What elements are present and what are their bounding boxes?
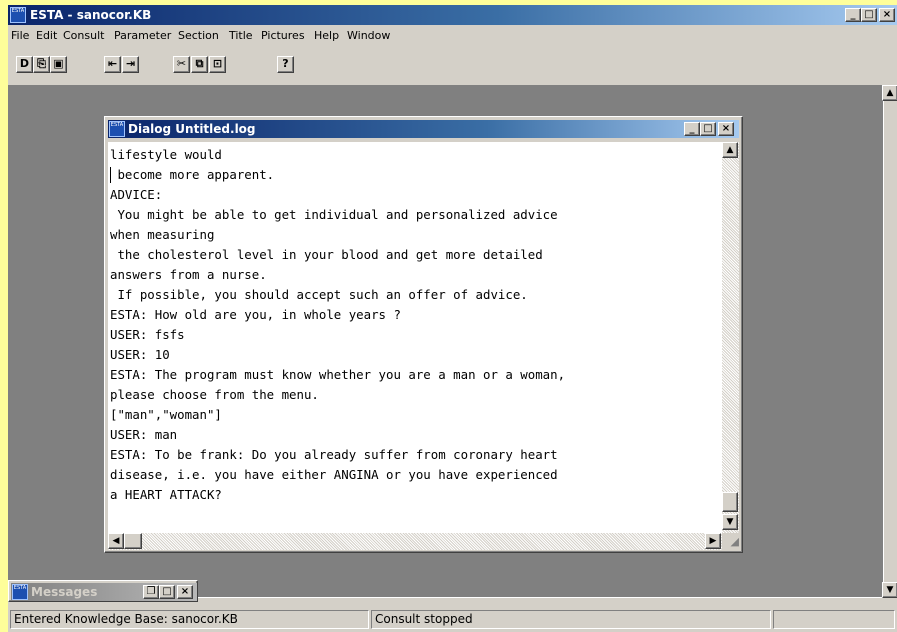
scroll-left-icon[interactable]: ◀ [108,533,124,549]
close-button[interactable]: × [879,8,895,22]
open-file-icon[interactable]: ⎘ [33,56,50,73]
scroll-up-icon[interactable]: ▲ [722,142,738,158]
dialog-app-icon[interactable]: ESTA [109,121,125,137]
cut-icon[interactable]: ✂ [173,56,190,73]
log-line: If possible, you should accept such an o… [110,287,528,302]
scroll-up-icon[interactable]: ▲ [882,85,897,101]
log-line: ADVICE: [110,187,163,202]
dialog-horizontal-scrollbar[interactable]: ◀ ▶ [108,533,722,550]
log-line: USER: fsfs [110,327,185,342]
app-title: ESTA - sanocor.KB [30,8,152,22]
menu-parameter[interactable]: Parameter [114,29,171,42]
messages-titlebar[interactable]: ESTA Messages ❐ □ × [11,583,197,601]
log-line: when measuring [110,227,215,242]
log-line: ["man","woman"] [110,407,222,422]
dialog-window: ESTA Dialog Untitled.log _ □ × lifestyle… [104,116,743,553]
status-consult-state: Consult stopped [371,610,771,629]
menu-pictures[interactable]: Pictures [261,29,305,42]
dialog-maximize-button[interactable]: □ [700,122,716,136]
log-line: answers from a nurse. [110,267,267,282]
messages-restore-button[interactable]: ❐ [143,585,159,599]
log-line: please choose from the menu. [110,387,319,402]
log-line: become more apparent. [110,167,275,182]
dialog-title: Dialog Untitled.log [128,122,256,136]
menu-consult[interactable]: Consult [63,29,104,42]
menu-title[interactable]: Title [229,29,253,42]
text-cursor [110,167,111,183]
new-file-icon[interactable]: D [16,56,33,73]
scroll-down-icon[interactable]: ▼ [882,582,897,598]
dialog-log-text[interactable]: lifestyle would become more apparent. AD… [108,142,722,533]
log-line: USER: man [110,427,178,442]
dialog-titlebar[interactable]: ESTA Dialog Untitled.log _ □ × [108,120,739,138]
dialog-minimize-button[interactable]: _ [684,122,700,136]
messages-close-button[interactable]: × [177,585,193,599]
scroll-right-icon[interactable]: ▶ [705,533,721,549]
messages-app-icon[interactable]: ESTA [12,584,28,600]
minimize-button[interactable]: _ [845,8,861,22]
log-line: You might be able to get individual and … [110,207,558,222]
log-line: the cholesterol level in your blood and … [110,247,543,262]
save-icon[interactable]: ▣ [50,56,67,73]
scroll-down-icon[interactable]: ▼ [722,514,738,530]
log-line: USER: 10 [110,347,170,362]
menu-edit[interactable]: Edit [36,29,57,42]
menu-help[interactable]: Help [314,29,339,42]
menu-bar: File Edit Consult Parameter Section Titl… [8,25,897,45]
status-extra-pane [773,610,895,629]
hscroll-thumb[interactable] [124,533,142,549]
esta-app-icon[interactable]: ESTA [10,7,26,23]
redo-icon[interactable]: ⇥ [122,56,139,73]
app-titlebar[interactable]: ESTA ESTA - sanocor.KB _ □ × [8,5,897,25]
status-bar: Entered Knowledge Base: sanocor.KB Consu… [8,607,897,632]
dialog-vertical-scrollbar[interactable]: ▲ ▼ [722,142,739,533]
log-line: a HEART ATTACK? [110,487,222,502]
paste-icon[interactable]: ⊡ [209,56,226,73]
main-vertical-scrollbar[interactable]: ▲ ▼ [882,85,897,598]
menu-window[interactable]: Window [347,29,390,42]
log-line: disease, i.e. you have either ANGINA or … [110,467,558,482]
log-line: ESTA: How old are you, in whole years ? [110,307,401,322]
toolbar: D ⎘ ▣ ⇤ ⇥ ✂ ⧉ ⊡ ? [8,45,897,81]
dialog-close-button[interactable]: × [718,122,734,136]
scroll-thumb[interactable] [722,492,738,512]
resize-grip-icon[interactable]: ◢ [722,533,739,550]
status-knowledge-base: Entered Knowledge Base: sanocor.KB [10,610,369,629]
menu-file[interactable]: File [11,29,29,42]
messages-window[interactable]: ESTA Messages ❐ □ × [8,580,198,602]
log-line: lifestyle would [110,147,222,162]
log-line: ESTA: To be frank: Do you already suffer… [110,447,558,462]
help-icon[interactable]: ? [277,56,294,73]
menu-section[interactable]: Section [178,29,219,42]
messages-title: Messages [31,585,98,599]
messages-maximize-button[interactable]: □ [159,585,175,599]
undo-icon[interactable]: ⇤ [104,56,121,73]
maximize-button[interactable]: □ [861,8,877,22]
copy-icon[interactable]: ⧉ [191,56,208,73]
log-line: ESTA: The program must know whether you … [110,367,566,382]
